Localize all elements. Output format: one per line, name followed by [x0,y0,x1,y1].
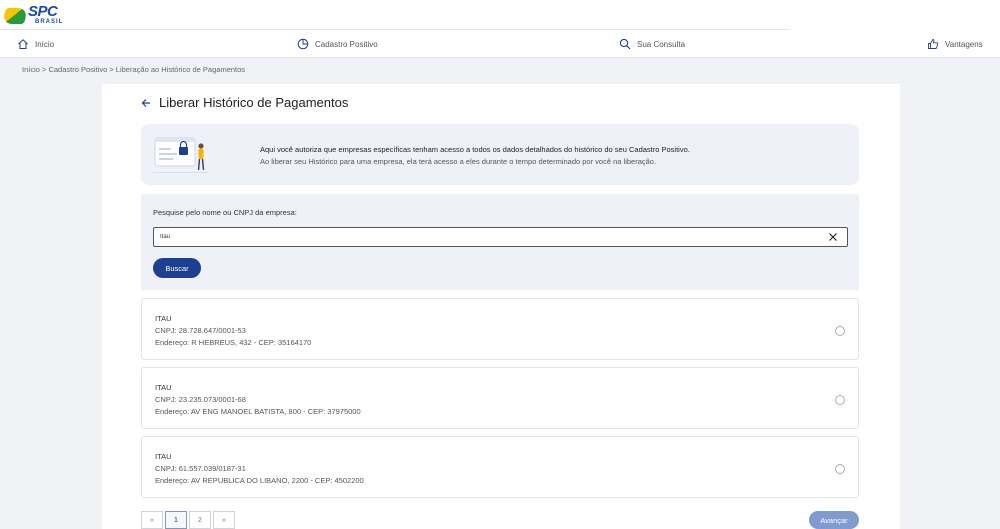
search-label: Pesquise pelo nome ou CNPJ da empresa: [153,208,297,217]
logo-text: SPC [28,3,58,20]
logo-swoosh-icon [2,8,28,24]
clear-icon[interactable] [828,232,838,242]
main-card: Liberar Histórico de Pagamentos Aqui voc… [102,84,900,529]
pagination-page-2[interactable]: 2 [189,511,211,529]
security-illustration-icon [153,137,209,173]
thumbs-up-icon [928,39,939,49]
nav-label-vantagens: Vantagens [945,39,983,49]
result-address: Endereço: AV REPUBLICA DO LIBANO, 2200 -… [155,476,364,485]
pagination-prev[interactable]: « [141,511,163,529]
result-address: Endereço: AV ENG MANOEL BATISTA, 800 - C… [155,407,361,416]
breadcrumb[interactable]: Início > Cadastro Positivo > Liberação a… [22,65,245,74]
back-arrow-icon[interactable] [141,98,151,108]
result-item[interactable]: ITAU CNPJ: 23.235.073/0001-68 Endereço: … [141,367,859,429]
nav-item-inicio[interactable]: Início [17,30,54,58]
home-icon [18,39,28,49]
result-company-name: ITAU [155,452,172,461]
nav-item-cadastro-positivo[interactable]: Cadastro Positivo [297,30,378,58]
nav-label-consulta: Sua Consulta [637,39,686,49]
nav-item-vantagens[interactable]: Vantagens [927,30,983,58]
advance-button[interactable]: Avançar [809,511,859,529]
info-text-secondary: Ao liberar seu Histórico para uma empres… [260,157,657,166]
nav-label-cadastro: Cadastro Positivo [315,39,378,49]
page-title: Liberar Histórico de Pagamentos [159,95,349,110]
pagination: « 1 2 » [141,511,235,529]
result-radio[interactable] [835,464,845,474]
result-radio[interactable] [835,326,845,336]
top-bar: SPC BRASIL [0,0,1000,30]
search-icon [619,38,631,50]
result-cnpj: CNPJ: 61.557.039/0187-31 [155,464,246,473]
result-radio[interactable] [835,395,845,405]
pagination-page-1[interactable]: 1 [165,511,187,529]
page-header: Liberar Histórico de Pagamentos [141,95,348,110]
search-panel: Pesquise pelo nome ou CNPJ da empresa: B… [141,194,859,290]
search-button[interactable]: Buscar [153,258,201,278]
info-text-primary: Aqui você autoriza que empresas específi… [260,145,690,154]
pie-chart-icon [297,38,309,50]
result-company-name: ITAU [155,383,172,392]
nav-label-inicio: Início [35,39,55,49]
spc-logo[interactable]: SPC BRASIL [2,2,64,28]
result-item[interactable]: ITAU CNPJ: 28.728.647/0001-53 Endereço: … [141,298,859,360]
result-item[interactable]: ITAU CNPJ: 61.557.039/0187-31 Endereço: … [141,436,859,498]
result-company-name: ITAU [155,314,172,323]
main-nav: Início Cadastro Positivo Sua Consulta Va… [0,30,1000,58]
nav-item-sua-consulta[interactable]: Sua Consulta [619,30,685,58]
result-address: Endereço: R HEBREUS, 432 - CEP: 35164170 [155,338,312,347]
result-cnpj: CNPJ: 28.728.647/0001-53 [155,326,246,335]
company-search-input[interactable] [153,227,848,247]
logo-subtext: BRASIL [35,19,64,25]
result-cnpj: CNPJ: 23.235.073/0001-68 [155,395,246,404]
pagination-next[interactable]: » [213,511,235,529]
info-banner: Aqui você autoriza que empresas específi… [141,124,859,185]
